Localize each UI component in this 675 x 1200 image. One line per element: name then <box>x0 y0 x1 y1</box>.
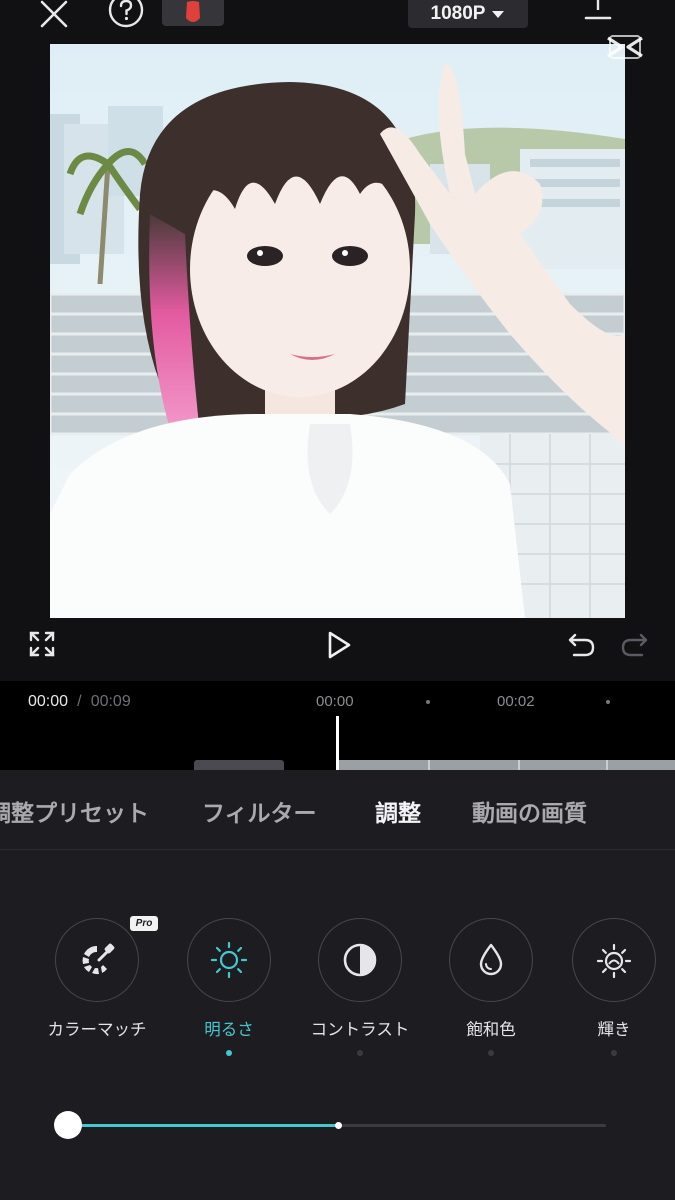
tool-indicator <box>611 1050 617 1056</box>
tool-indicator <box>357 1050 363 1056</box>
timeline-tick: 00:02 <box>497 693 535 710</box>
tool-indicator <box>226 1050 232 1056</box>
tab-adjust-preset[interactable]: 調整プリセット <box>0 794 149 828</box>
record-icon <box>186 1 200 22</box>
timeline-dot <box>426 700 430 704</box>
close-icon[interactable] <box>34 0 74 34</box>
tool-indicator <box>488 1050 494 1056</box>
help-icon[interactable] <box>106 0 146 30</box>
pro-badge: Pro <box>130 916 158 931</box>
slider-thumb[interactable] <box>54 1111 82 1139</box>
play-icon[interactable] <box>322 628 356 662</box>
tool-label: 明るさ <box>204 1020 254 1039</box>
tool-label: コントラスト <box>310 1020 410 1039</box>
tool-circle[interactable] <box>318 918 402 1002</box>
capcut-logo <box>602 30 648 64</box>
export-icon[interactable] <box>578 0 618 24</box>
tab-video-quality[interactable]: 動画の画質 <box>472 794 587 828</box>
time-separator: / <box>77 693 82 710</box>
tool-brilliance[interactable]: 輝き <box>549 918 675 1056</box>
fullscreen-icon[interactable] <box>26 628 58 660</box>
brightness-icon <box>210 941 248 979</box>
tab-adjust[interactable]: 調整 <box>375 794 421 828</box>
timecode: 00:00 / 00:09 <box>28 691 131 711</box>
tool-label: カラーマッチ <box>47 1020 147 1039</box>
tool-color-match[interactable]: カラーマッチ <box>32 918 162 1056</box>
video-preview[interactable] <box>50 44 625 618</box>
contrast-icon <box>343 943 377 977</box>
tool-circle[interactable] <box>449 918 533 1002</box>
tabs-divider <box>0 849 675 850</box>
tool-saturation[interactable]: 飽和色 <box>426 918 556 1056</box>
timeline-dot <box>606 700 610 704</box>
tool-circle[interactable] <box>55 918 139 1002</box>
tool-label: 飽和色 <box>466 1020 516 1039</box>
total-time: 00:09 <box>90 693 131 710</box>
slider-fill <box>68 1124 339 1127</box>
top-toolbar <box>0 0 675 40</box>
tool-contrast[interactable]: コントラスト <box>295 918 425 1056</box>
tool-circle[interactable] <box>572 918 656 1002</box>
chevron-down-icon <box>492 11 505 18</box>
tool-brightness[interactable]: 明るさ <box>164 918 294 1056</box>
tool-circle[interactable] <box>187 918 271 1002</box>
panel-tabs: 調整プリセット フィルター 調整 動画の画質 <box>0 778 675 840</box>
brilliance-icon <box>596 943 632 979</box>
record-button[interactable] <box>162 0 224 26</box>
tool-label: 輝き <box>597 1020 631 1039</box>
resolution-label: 1080P <box>430 3 486 24</box>
timeline-tick: 00:00 <box>316 693 354 710</box>
undo-icon[interactable] <box>564 628 598 662</box>
tab-filter[interactable]: フィルター <box>202 794 317 828</box>
current-time: 00:00 <box>28 693 69 710</box>
color-match-icon <box>82 943 115 975</box>
redo-icon[interactable] <box>618 628 652 662</box>
slider-center-mark <box>335 1122 342 1129</box>
preview-photo <box>50 44 625 618</box>
resolution-button[interactable]: 1080P <box>408 0 528 28</box>
saturation-icon <box>479 943 503 976</box>
